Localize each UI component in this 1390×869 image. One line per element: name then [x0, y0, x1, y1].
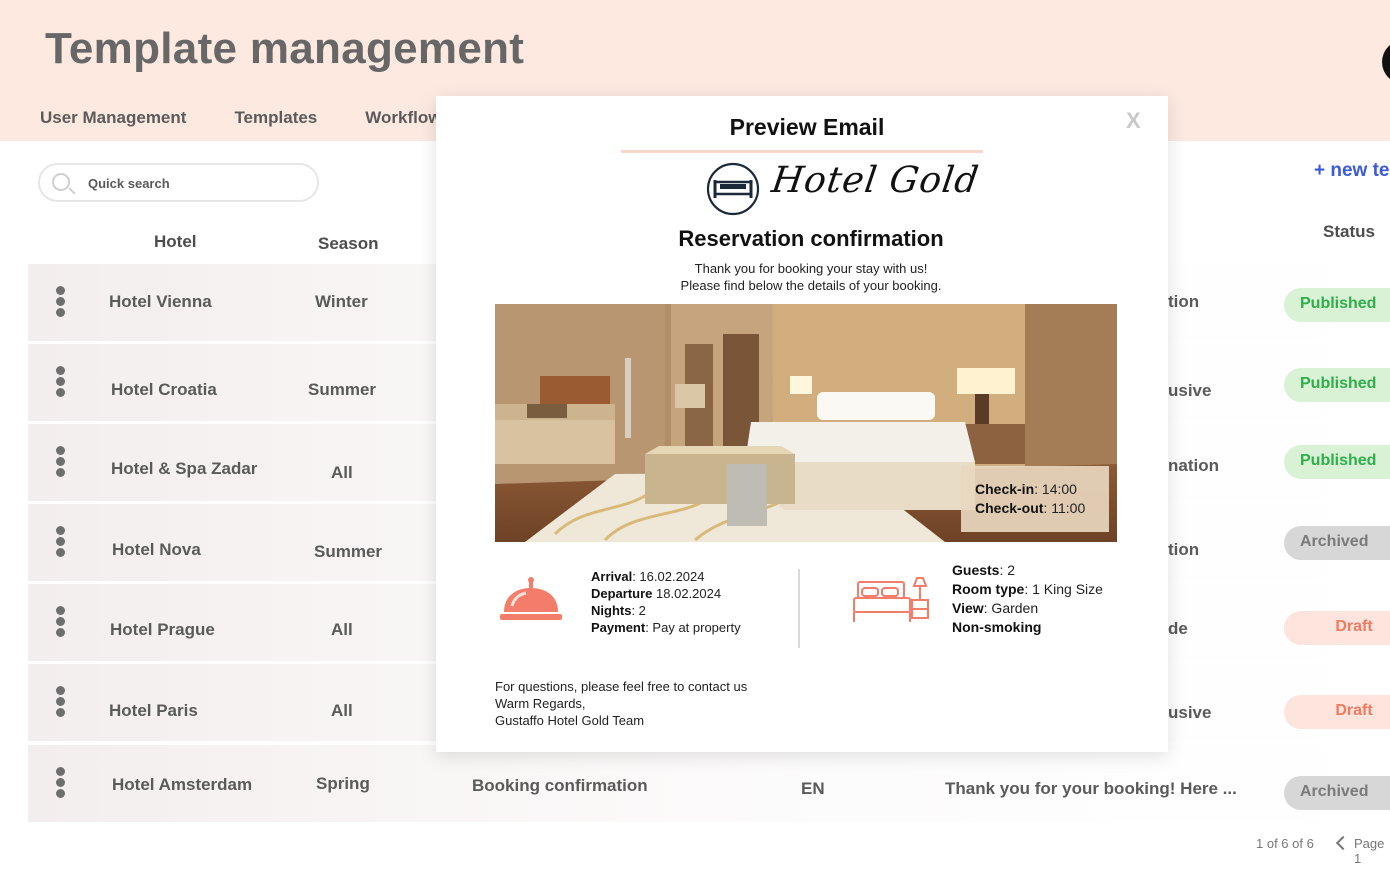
- row-subject: Thank you for your booking! Here ...: [945, 779, 1237, 798]
- chevron-left-icon[interactable]: [1335, 835, 1351, 851]
- row-menu-icon[interactable]: [54, 767, 66, 798]
- app-root: Template management User Management Temp…: [0, 0, 1390, 869]
- close-icon[interactable]: X: [1126, 108, 1141, 134]
- table-row[interactable]: Hotel Amsterdam Spring Booking confirmat…: [28, 745, 1390, 822]
- row-type: usive: [1168, 703, 1212, 722]
- booking-details: Arrival: 16.02.2024 Departure 18.02.2024…: [591, 569, 741, 635]
- row-type: de: [1168, 619, 1188, 638]
- closing-line: Gustaffo Hotel Gold Team: [495, 713, 645, 728]
- nav-templates[interactable]: Templates: [234, 108, 317, 128]
- row-hotel: Hotel Nova: [112, 540, 201, 559]
- row-type: tion: [1168, 292, 1200, 311]
- pagination-count: 1 of 6 of 6: [1256, 836, 1314, 851]
- email-heading: Reservation confirmation: [678, 226, 944, 251]
- closing-line: Warm Regards,: [495, 696, 586, 711]
- row-menu-icon[interactable]: [54, 366, 66, 397]
- row-hotel: Hotel Vienna: [109, 292, 212, 311]
- row-hotel: Hotel Croatia: [111, 380, 217, 399]
- row-template-name: Booking confirmation: [472, 776, 648, 795]
- new-template-button[interactable]: + new template: [1314, 160, 1390, 182]
- page-title: Template management: [45, 24, 525, 73]
- closing-line: For questions, please feel free to conta…: [495, 679, 748, 694]
- row-season: Winter: [315, 292, 368, 311]
- search-icon: [52, 173, 70, 191]
- intro-line: Thank you for booking your stay with us!: [694, 261, 928, 276]
- row-menu-icon[interactable]: [54, 446, 66, 477]
- hotel-logo-icon: [706, 162, 760, 216]
- status-badge: Archived: [1284, 776, 1390, 810]
- row-hotel: Hotel & Spa Zadar: [111, 459, 258, 478]
- status-badge: Archived: [1284, 526, 1390, 560]
- bed-icon: [853, 577, 929, 622]
- details-divider: [798, 569, 800, 648]
- preview-email-modal: Preview Email X Hotel Gold Reservation c…: [436, 96, 1168, 752]
- status-badge: Published: [1284, 288, 1390, 322]
- row-menu-icon[interactable]: [54, 286, 66, 317]
- room-details: Guests: 2 Room type: 1 King Size View: G…: [952, 562, 1103, 635]
- row-season: Summer: [314, 542, 383, 561]
- pagination-page: Page 1: [1354, 836, 1385, 866]
- hotel-logo-text: Hotel Gold: [769, 160, 982, 201]
- row-hotel: Hotel Paris: [109, 701, 198, 720]
- status-badge: Published: [1284, 368, 1390, 402]
- search-input[interactable]: [88, 173, 308, 193]
- status-badge: Draft: [1284, 695, 1390, 729]
- nav-user-management[interactable]: User Management: [40, 108, 186, 128]
- intro-line: Please find below the details of your bo…: [680, 278, 942, 293]
- row-menu-icon[interactable]: [54, 526, 66, 557]
- reception-bell-icon: [500, 577, 562, 620]
- column-header-hotel[interactable]: Hotel: [154, 232, 197, 252]
- row-menu-icon[interactable]: [54, 686, 66, 717]
- checkin-times-box: Check-in: 14:00 Check-out: 11:00: [961, 466, 1109, 532]
- row-season: All: [331, 620, 353, 639]
- row-season: All: [331, 463, 353, 482]
- row-hotel: Hotel Amsterdam: [112, 775, 253, 794]
- main-nav: User Management Templates Workflow: [40, 108, 441, 128]
- modal-title: Preview Email: [729, 114, 885, 140]
- row-season: All: [331, 701, 353, 720]
- column-header-season[interactable]: Season: [318, 234, 378, 254]
- email-closing: For questions, please feel free to conta…: [495, 678, 747, 729]
- row-type: tion: [1168, 540, 1200, 559]
- status-badge: Published: [1284, 445, 1390, 479]
- row-hotel: Hotel Prague: [110, 620, 215, 639]
- row-season: Spring: [316, 774, 370, 793]
- row-language: EN: [801, 779, 825, 798]
- modal-title-underline: [621, 150, 983, 153]
- row-season: Summer: [308, 380, 377, 399]
- search-box[interactable]: [38, 163, 319, 202]
- hotel-room-image: Check-in: 14:00 Check-out: 11:00: [495, 304, 1117, 542]
- nav-workflow[interactable]: Workflow: [365, 108, 441, 128]
- column-header-status[interactable]: Status: [1323, 222, 1375, 242]
- row-menu-icon[interactable]: [54, 606, 66, 637]
- email-intro: Thank you for booking your stay with us!…: [436, 260, 1186, 294]
- row-type: nation: [1168, 456, 1219, 475]
- status-badge: Draft: [1284, 611, 1390, 645]
- row-type: usive: [1168, 381, 1212, 400]
